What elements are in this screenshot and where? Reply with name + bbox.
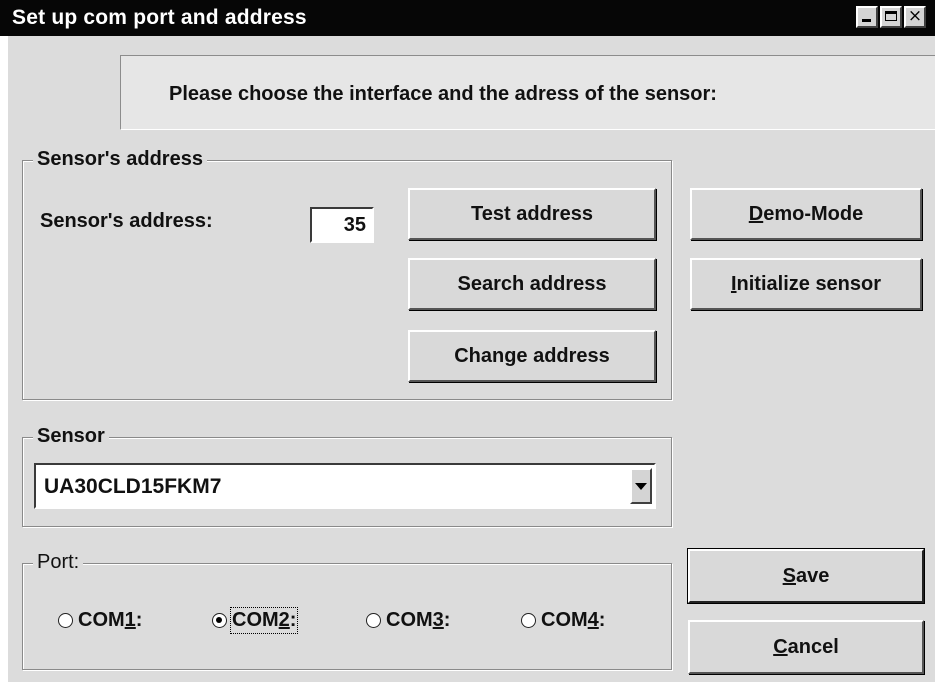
- port-radio-com2[interactable]: COM2:: [212, 606, 299, 634]
- cancel-button[interactable]: Cancel: [688, 620, 924, 674]
- port-radio-com1-label: COM1:: [78, 608, 143, 631]
- title-bar[interactable]: Set up com port and address ×: [0, 0, 935, 36]
- test-address-button[interactable]: Test address: [408, 188, 656, 240]
- cancel-accel: C: [773, 635, 788, 658]
- demo-mode-label: emo-Mode: [763, 202, 864, 225]
- sensor-dropdown-button[interactable]: [630, 468, 652, 504]
- radio-circle-icon: [58, 612, 73, 628]
- window-left-edge: [0, 36, 8, 682]
- minimize-button[interactable]: [856, 6, 878, 28]
- sensor-select[interactable]: UA30CLD15FKM7: [34, 463, 656, 509]
- initialize-sensor-label: nitialize sensor: [736, 272, 882, 295]
- instruction-text: Please choose the interface and the adre…: [169, 83, 717, 105]
- maximize-button[interactable]: [880, 6, 902, 28]
- sensor-address-label: Sensor's address:: [40, 210, 213, 232]
- close-icon: ×: [907, 6, 923, 26]
- radio-circle-icon: [521, 612, 536, 628]
- port-radio-com4[interactable]: COM4:: [521, 606, 605, 634]
- save-button[interactable]: Save: [688, 549, 924, 603]
- sensor-select-value: UA30CLD15FKM7: [44, 475, 222, 498]
- port-radio-com3-label: COM3:: [386, 608, 451, 631]
- save-label: ave: [795, 564, 830, 587]
- dropdown-arrow-icon: [635, 483, 647, 490]
- sensor-address-group-legend: Sensor's address: [33, 148, 207, 171]
- port-group-legend: Port:: [33, 551, 84, 574]
- save-accel: S: [782, 564, 796, 587]
- instruction-panel: Please choose the interface and the adre…: [120, 55, 935, 130]
- demo-mode-button[interactable]: Demo-Mode: [690, 188, 922, 240]
- window-title: Set up com port and address: [12, 6, 307, 29]
- close-button[interactable]: ×: [904, 6, 926, 28]
- sensor-group-legend: Sensor: [33, 425, 109, 448]
- port-radio-com4-label: COM4:: [541, 608, 606, 631]
- initialize-sensor-button[interactable]: Initialize sensor: [690, 258, 922, 310]
- change-address-button[interactable]: Change address: [408, 330, 656, 382]
- radio-circle-icon: [366, 612, 381, 628]
- maximize-icon: [885, 11, 897, 21]
- port-radio-com2-label: COM2:: [229, 606, 299, 634]
- search-address-button[interactable]: Search address: [408, 258, 656, 310]
- cancel-label: ancel: [787, 635, 839, 658]
- sensor-address-field[interactable]: 35: [310, 207, 374, 243]
- demo-mode-accel: D: [748, 202, 764, 225]
- radio-checked-icon: [212, 612, 227, 628]
- port-radio-com3[interactable]: COM3:: [366, 606, 450, 634]
- dialog-window: Set up com port and address × Please cho…: [0, 0, 935, 682]
- minimize-icon: [862, 19, 871, 22]
- port-radio-com1[interactable]: COM1:: [58, 606, 142, 634]
